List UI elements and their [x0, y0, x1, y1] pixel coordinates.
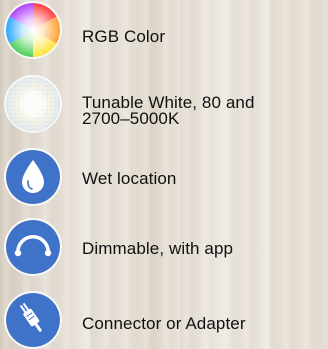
feature-label-rgb-color: RGB Color: [82, 27, 166, 46]
rgb-color-wheel-icon: [6, 3, 60, 57]
feature-label-tunable-white: Tunable White, 80 and 2700–5000K: [82, 94, 255, 128]
feature-wet-location: Wet location: [0, 150, 328, 206]
feature-connector-adapter: Connector or Adapter: [0, 293, 328, 349]
feature-tunable-white: Tunable White, 80 and 2700–5000K: [0, 75, 328, 131]
feature-label-dimmable: Dimmable, with app: [82, 239, 234, 258]
feature-list: RGB Color Tunable White, 80 and 2700–500…: [0, 0, 328, 349]
water-drop-icon: [6, 150, 60, 204]
feature-label-connector: Connector or Adapter: [82, 314, 246, 333]
dimmer-arc-icon: [6, 220, 60, 274]
tunable-white-icon: [6, 77, 60, 131]
connector-plug-icon: [6, 293, 60, 347]
feature-label-wet-location: Wet location: [82, 169, 177, 188]
feature-rgb-color: RGB Color: [0, 3, 328, 59]
feature-label-tunable-line2: 2700–5000K: [82, 109, 180, 128]
feature-dimmable: Dimmable, with app: [0, 220, 328, 276]
